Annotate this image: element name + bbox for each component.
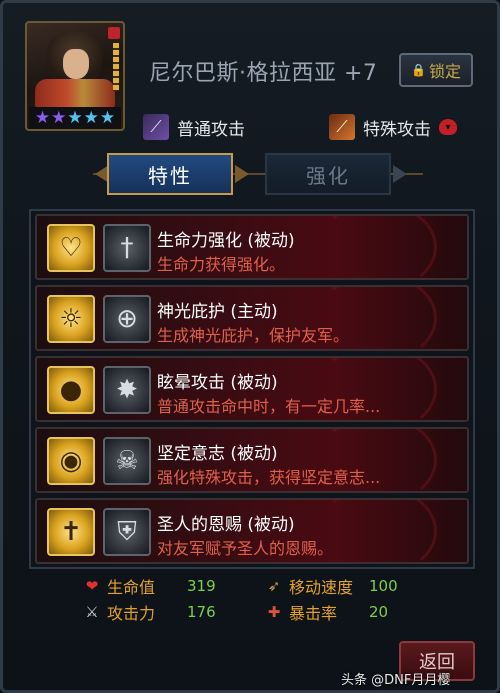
skill-row[interactable]: ☼ ⊕ 神光庇护 (主动) 生成神光庇护，保护友军。 bbox=[35, 285, 469, 351]
skill-row[interactable]: ✝ ⛨ 圣人的恩赐 (被动) 对友军赋予圣人的恩赐。 bbox=[35, 498, 469, 564]
skill-desc: 生成神光庇护，保护友军。 bbox=[157, 326, 350, 345]
crosshair-icon: ⊕ bbox=[103, 295, 151, 343]
holy-cross-icon: ✝ bbox=[47, 508, 95, 556]
boot-icon: ➶ bbox=[267, 577, 281, 595]
star-blue-icon: ★ bbox=[99, 107, 116, 128]
star-purple-icon: ★ bbox=[51, 107, 67, 128]
stat-crit-value: 20 bbox=[369, 603, 389, 621]
skill-title: 坚定意志 (被动) bbox=[157, 444, 278, 464]
crosshair-small-icon: ✚ bbox=[267, 603, 281, 621]
special-attack[interactable]: ⟋ 特殊攻击 ▾ bbox=[329, 113, 457, 141]
feather-slash-icon: ⟋ bbox=[329, 114, 355, 140]
normal-attack[interactable]: ⟋ 普通攻击 bbox=[143, 113, 245, 141]
skill-desc: 对友军赋予圣人的恩赐。 bbox=[157, 539, 334, 558]
emblem-icon: ⛨ bbox=[103, 508, 151, 556]
tab-right-cap bbox=[393, 165, 407, 183]
watermark: 头条 @DNF月月樱 bbox=[341, 673, 451, 688]
star-blue-icon: ★ bbox=[67, 107, 83, 128]
tab-enhance[interactable]: 强化 bbox=[265, 153, 391, 195]
skill-bg-swoosh bbox=[317, 500, 437, 562]
stat-attack-label: 攻击力 bbox=[107, 604, 156, 623]
stat-speed-value: 100 bbox=[369, 577, 398, 595]
stat-attack-value: 176 bbox=[187, 603, 216, 621]
sword-small-icon: ⚔ bbox=[85, 603, 99, 621]
hero-detail-panel: ★ ★ ★ ★ ★ 尼尔巴斯·格拉西亚 +7 🔒 锁定 ⟋ 普通攻击 ⟋ 特殊攻… bbox=[0, 0, 500, 693]
light-shield-icon: ☼ bbox=[47, 295, 95, 343]
devil-mask-icon: ▾ bbox=[439, 119, 457, 135]
skill-row[interactable]: ◉ ☠ 坚定意志 (被动) 强化特殊攻击，获得坚定意志... bbox=[35, 427, 469, 493]
stat-crit: ✚ 暴击率 20 bbox=[265, 601, 388, 623]
skill-title: 神光庇护 (主动) bbox=[157, 302, 278, 322]
skill-title: 眩晕攻击 (被动) bbox=[157, 373, 278, 393]
skill-title: 圣人的恩赐 (被动) bbox=[157, 515, 295, 535]
skill-title: 生命力强化 (被动) bbox=[157, 231, 295, 251]
skill-desc: 生命力获得强化。 bbox=[157, 255, 286, 274]
lock-button[interactable]: 🔒 锁定 bbox=[399, 53, 473, 87]
burst-icon: ✸ bbox=[103, 366, 151, 414]
heart-figure-icon: ♡ bbox=[47, 224, 95, 272]
stat-hp-label: 生命值 bbox=[107, 578, 156, 597]
skill-row[interactable]: ● ✸ 眩晕攻击 (被动) 普通攻击命中时，有一定几率... bbox=[35, 356, 469, 422]
stun-figure-icon: ● bbox=[47, 366, 95, 414]
lock-label: 锁定 bbox=[428, 62, 461, 81]
star-purple-icon: ★ bbox=[34, 107, 51, 128]
skill-desc: 强化特殊攻击，获得坚定意志... bbox=[157, 468, 381, 487]
heart-icon: ❤ bbox=[85, 577, 99, 595]
skill-row[interactable]: ♡ † 生命力强化 (被动) 生命力获得强化。 bbox=[35, 214, 469, 280]
lock-icon: 🔒 bbox=[411, 63, 426, 77]
stat-crit-label: 暴击率 bbox=[289, 604, 338, 623]
stat-hp-value: 319 bbox=[187, 577, 216, 595]
stat-speed-label: 移动速度 bbox=[289, 578, 354, 597]
special-attack-label: 特殊攻击 bbox=[363, 119, 431, 140]
normal-attack-label: 普通攻击 bbox=[177, 119, 245, 140]
star-blue-icon: ★ bbox=[83, 107, 99, 128]
tab-traits[interactable]: 特性 bbox=[107, 153, 233, 195]
stat-speed: ➶ 移动速度 100 bbox=[265, 575, 398, 597]
portrait-face bbox=[63, 49, 89, 79]
portrait-armor bbox=[35, 79, 115, 107]
sword-icon: † bbox=[103, 224, 151, 272]
star-rating: ★ ★ ★ ★ ★ bbox=[29, 107, 121, 129]
skill-desc: 普通攻击命中时，有一定几率... bbox=[157, 397, 381, 416]
claw-slash-icon: ⟋ bbox=[143, 114, 169, 140]
skill-bg-swoosh bbox=[317, 216, 437, 278]
skill-list: ♡ † 生命力强化 (被动) 生命力获得强化。 ☼ ⊕ 神光庇护 (主动) 生成… bbox=[29, 209, 475, 569]
skull-icon: ☠ bbox=[103, 437, 151, 485]
portrait-level-gauge bbox=[113, 43, 119, 91]
tab-middle-cap bbox=[235, 165, 249, 183]
stat-attack: ⚔ 攻击力 176 bbox=[83, 601, 215, 623]
hero-name: 尼尔巴斯·格拉西亚 +7 bbox=[149, 61, 378, 86]
portrait-class-badge-icon bbox=[108, 27, 120, 39]
will-icon: ◉ bbox=[47, 437, 95, 485]
stat-hp: ❤ 生命值 319 bbox=[83, 575, 216, 597]
